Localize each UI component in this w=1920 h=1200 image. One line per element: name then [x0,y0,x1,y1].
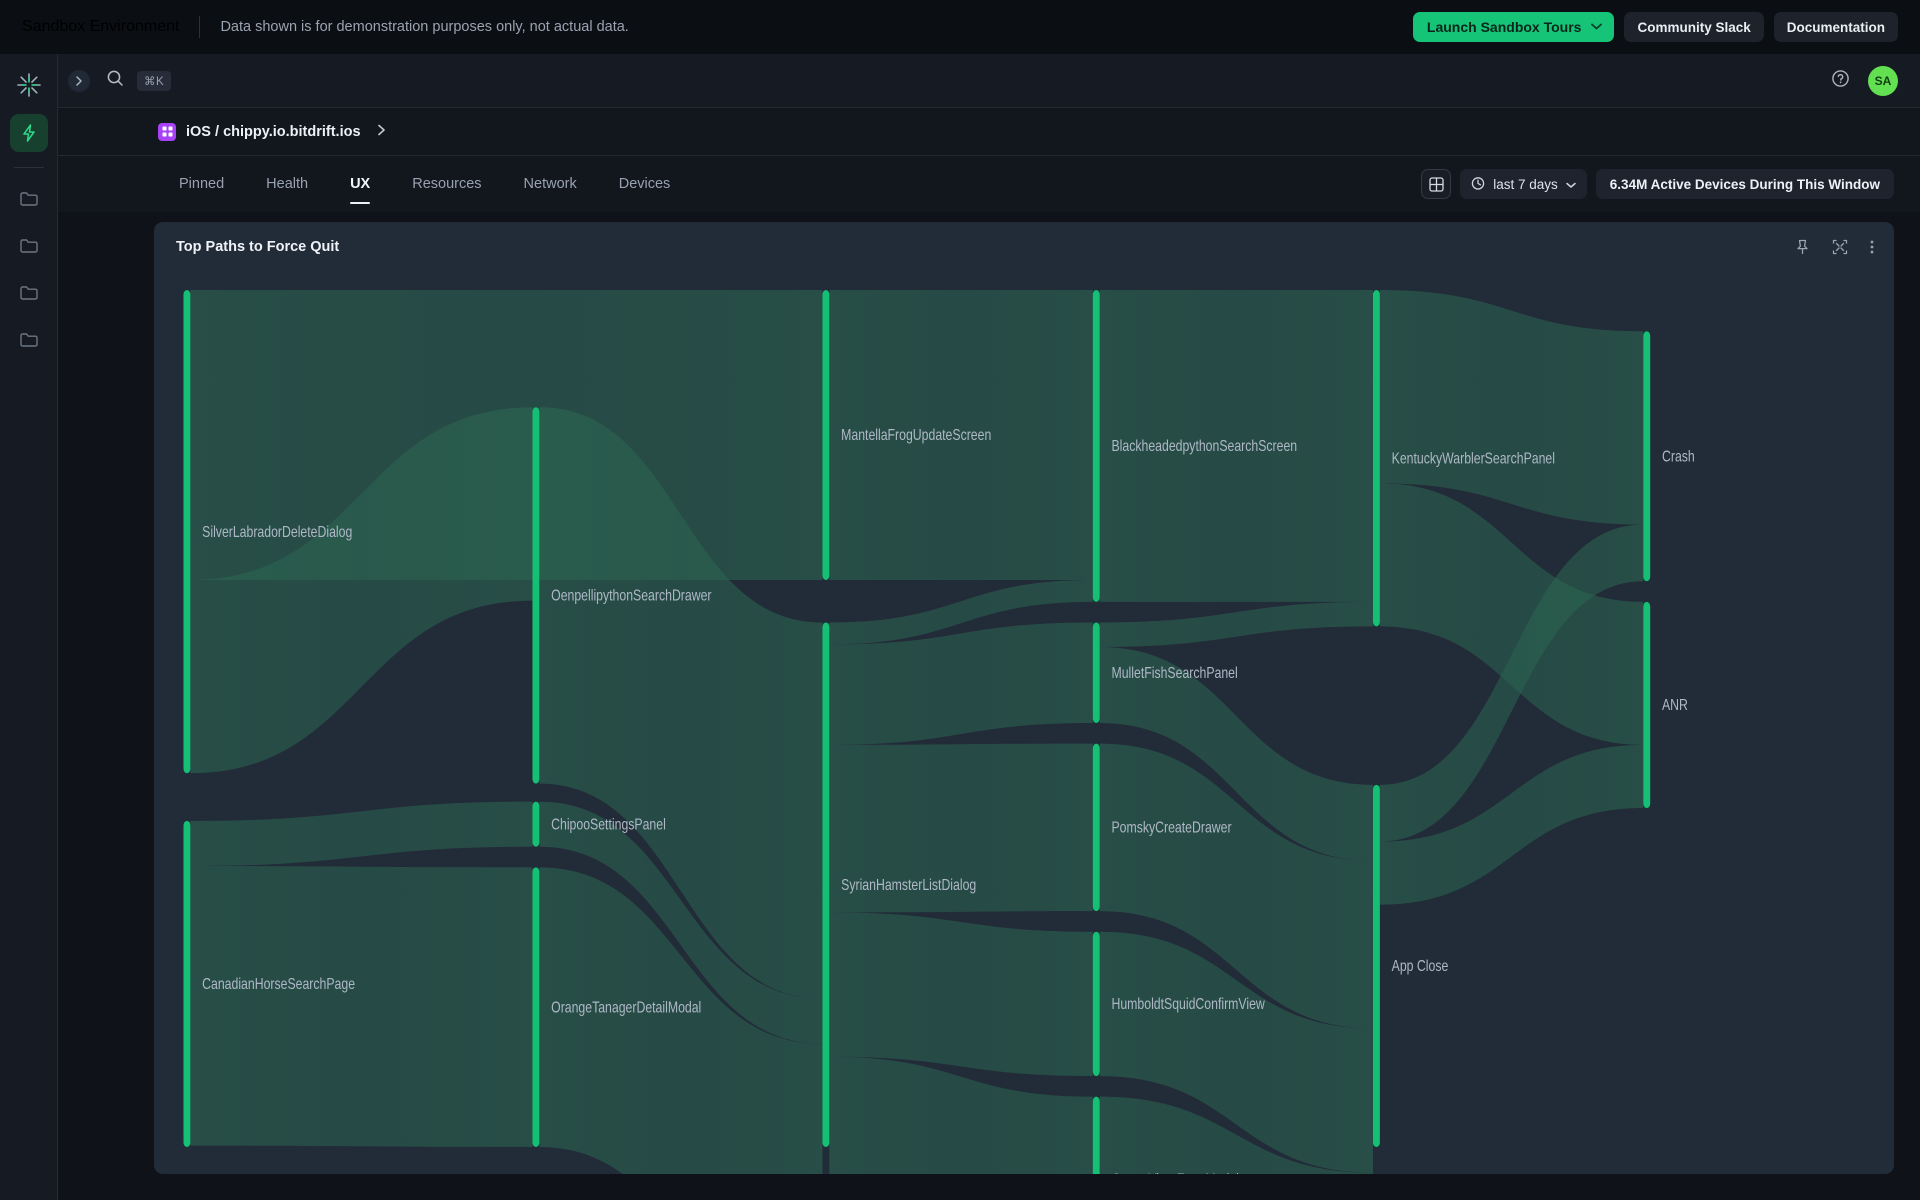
sankey-label-layer: SilverLabradorDeleteDialog CanadianHorseS… [154,272,1894,1174]
folder-icon [19,284,39,302]
active-devices-badge[interactable]: 6.34M Active Devices During This Window [1596,169,1894,199]
more-options-icon[interactable] [1870,239,1874,255]
panel-actions [1795,239,1874,255]
lightning-icon [19,123,39,143]
avatar-initials: SA [1875,74,1892,88]
sankey-node-label: SilverLabradorDeleteDialog [202,523,352,541]
chevron-down-icon [1591,21,1602,33]
tab-network[interactable]: Network [503,156,598,212]
breadcrumb: iOS / chippy.io.bitdrift.ios [58,108,1920,156]
top-paths-panel: Top Paths to Force Quit [154,222,1894,1174]
sankey-node-label: CanadianHorseSearchPage [202,976,355,994]
grid-layout-button[interactable] [1421,169,1451,199]
folder-icon [19,331,39,349]
panel-container: Top Paths to Force Quit [58,212,1920,1200]
sankey-node-label: App Close [1392,958,1449,976]
tab-bar: Pinned Health UX Resources Network Devic… [58,156,1920,212]
sidebar-item-folder-3[interactable] [10,274,48,312]
divider [199,16,200,38]
sankey-node-label: BlackheadedpythonSearchScreen [1111,438,1297,456]
sankey-node-label: ChipooSettingsPanel [551,816,666,834]
tab-label: Resources [412,176,481,192]
sankey-node-label: CarpetViperFormModal [1111,1171,1238,1174]
sankey-node-label: MulletFishSearchPanel [1111,664,1237,682]
sandbox-title: Sandbox Environment [22,18,179,36]
sandbox-banner: Sandbox Environment Data shown is for de… [0,0,1920,54]
launch-sandbox-tours-label: Launch Sandbox Tours [1427,19,1582,35]
sandbox-note: Data shown is for demonstration purposes… [220,19,628,35]
breadcrumb-app-selector[interactable]: iOS / chippy.io.bitdrift.ios [158,123,386,141]
main-column: ⌘K SA iOS / chippy.io.bitdrift.ios [58,54,1920,1200]
toolbar: last 7 days 6.34M Active Devices During … [1421,169,1894,199]
time-range-label: last 7 days [1493,177,1558,192]
time-range-selector[interactable]: last 7 days [1460,169,1587,199]
sankey-node-label: SyrianHamsterListDialog [841,876,976,894]
app-grid-icon [158,123,176,141]
sankey-node-label: MantellaFrogUpdateScreen [841,427,991,445]
bitdrift-logo-icon[interactable] [12,68,46,102]
left-rail [0,54,58,1200]
sankey-diagram: SilverLabradorDeleteDialog CanadianHorseS… [154,272,1894,1174]
avatar[interactable]: SA [1868,66,1898,96]
search-icon [106,69,124,92]
folder-icon [19,190,39,208]
sankey-node-label: OenpellipythonSearchDrawer [551,587,712,605]
sankey-node-label: HumboldtSquidConfirmView [1111,996,1265,1014]
chevron-right-icon [377,124,386,139]
collapse-icon[interactable] [1832,239,1848,255]
pin-icon[interactable] [1795,239,1810,255]
tabs: Pinned Health UX Resources Network Devic… [158,156,691,212]
rail-divider [14,167,44,168]
search-shortcut-badge: ⌘K [137,71,171,91]
tab-label: Pinned [179,176,224,192]
sidebar-item-folder-4[interactable] [10,321,48,359]
sankey-node-label: PomskyCreateDrawer [1111,819,1231,837]
folder-icon [19,237,39,255]
sankey-node-label: OrangeTanagerDetailModal [551,999,701,1017]
tab-label: UX [350,176,370,192]
page-title: Top Paths to Force Quit [176,239,339,255]
panel-header: Top Paths to Force Quit [154,222,1894,272]
help-icon[interactable] [1831,69,1850,93]
launch-sandbox-tours-button[interactable]: Launch Sandbox Tours [1413,12,1615,42]
documentation-label: Documentation [1787,20,1885,35]
sandbox-actions: Launch Sandbox Tours Community Slack Doc… [1413,12,1898,42]
sankey-node-label: ANR [1662,697,1688,715]
expand-sidebar-button[interactable] [68,70,90,92]
sidebar-item-folder-1[interactable] [10,180,48,218]
documentation-button[interactable]: Documentation [1774,12,1898,42]
tab-devices[interactable]: Devices [598,156,692,212]
tab-label: Network [524,176,577,192]
tab-ux[interactable]: UX [329,156,391,212]
sidebar-item-overview[interactable] [10,114,48,152]
sidebar-item-folder-2[interactable] [10,227,48,265]
clock-icon [1471,176,1485,193]
app-frame: ⌘K SA iOS / chippy.io.bitdrift.ios [0,54,1920,1200]
tab-resources[interactable]: Resources [391,156,502,212]
top-bar: ⌘K SA [58,54,1920,108]
community-slack-button[interactable]: Community Slack [1624,12,1763,42]
sankey-node-label: KentuckyWarblerSearchPanel [1392,450,1555,468]
tab-label: Health [266,176,308,192]
search-input[interactable]: ⌘K [106,69,171,92]
breadcrumb-label: iOS / chippy.io.bitdrift.ios [186,124,361,140]
community-slack-label: Community Slack [1637,20,1750,35]
sankey-node-label: Crash [1662,448,1695,466]
chevron-down-icon [1566,177,1576,192]
tab-health[interactable]: Health [245,156,329,212]
active-devices-label: 6.34M Active Devices During This Window [1610,177,1880,192]
top-bar-right: SA [1831,66,1898,96]
tab-pinned[interactable]: Pinned [158,156,245,212]
tab-label: Devices [619,176,671,192]
